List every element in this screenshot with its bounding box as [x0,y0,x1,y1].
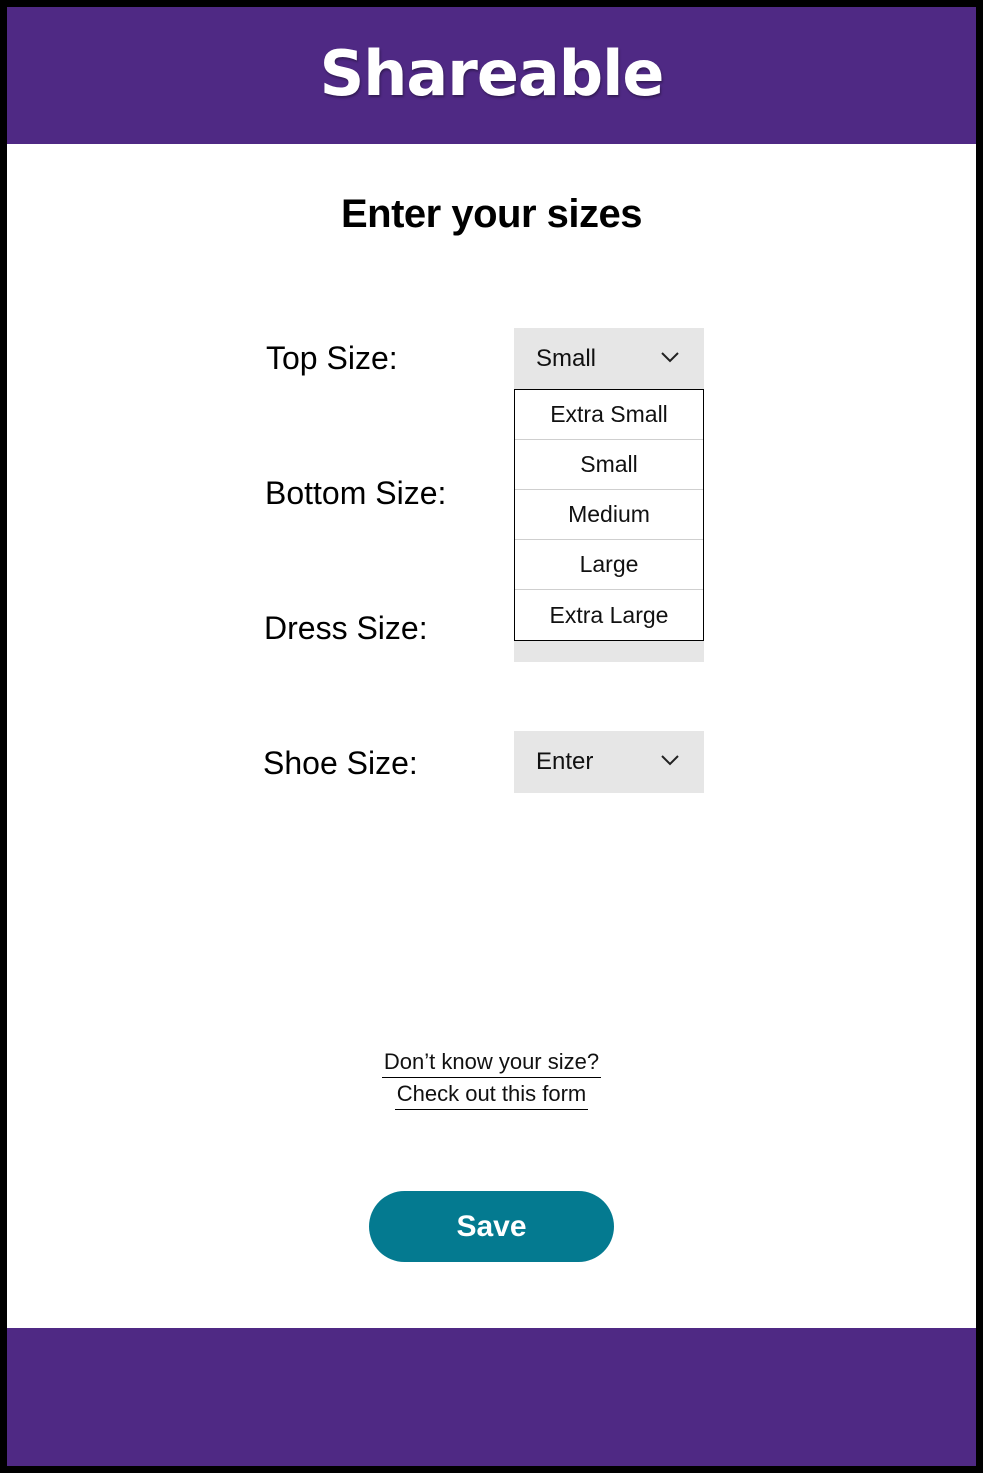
chevron-down-icon [661,755,679,766]
dress-size-label: Dress Size: [264,610,428,646]
brand-logo: Shareable [319,37,665,110]
dropdown-option-extra-large[interactable]: Extra Large [515,590,703,640]
size-help-text-2[interactable]: Check out this form [394,1081,589,1110]
footer-bar [7,1328,976,1466]
dropdown-option-small[interactable]: Small [515,440,703,490]
top-size-select[interactable]: Small [514,328,704,390]
dropdown-option-large[interactable]: Large [515,540,703,590]
dropdown-option-extra-small[interactable]: Extra Small [515,390,703,440]
top-size-dropdown: Extra Small Small Medium Large Extra Lar… [514,389,704,641]
shoe-size-value: Enter [536,748,594,775]
dropdown-option-medium[interactable]: Medium [515,490,703,540]
page-title: Enter your sizes [340,192,643,236]
shoe-size-select[interactable]: Enter [514,731,704,793]
bottom-size-label: Bottom Size: [265,475,447,511]
app-frame: Shareable Enter your sizes Top Size: Bot… [0,0,983,1473]
save-button[interactable]: Save [369,1191,614,1262]
top-size-label: Top Size: [266,340,398,376]
size-help-text-1[interactable]: Don’t know your size? [381,1049,602,1078]
size-help-link-line2[interactable]: Check out this form [7,1081,976,1110]
top-size-value: Small [536,345,597,372]
size-help-link-line1[interactable]: Don’t know your size? [7,1049,976,1078]
shoe-size-label: Shoe Size: [263,745,418,781]
header-bar: Shareable [7,7,976,144]
chevron-down-icon [661,352,679,363]
